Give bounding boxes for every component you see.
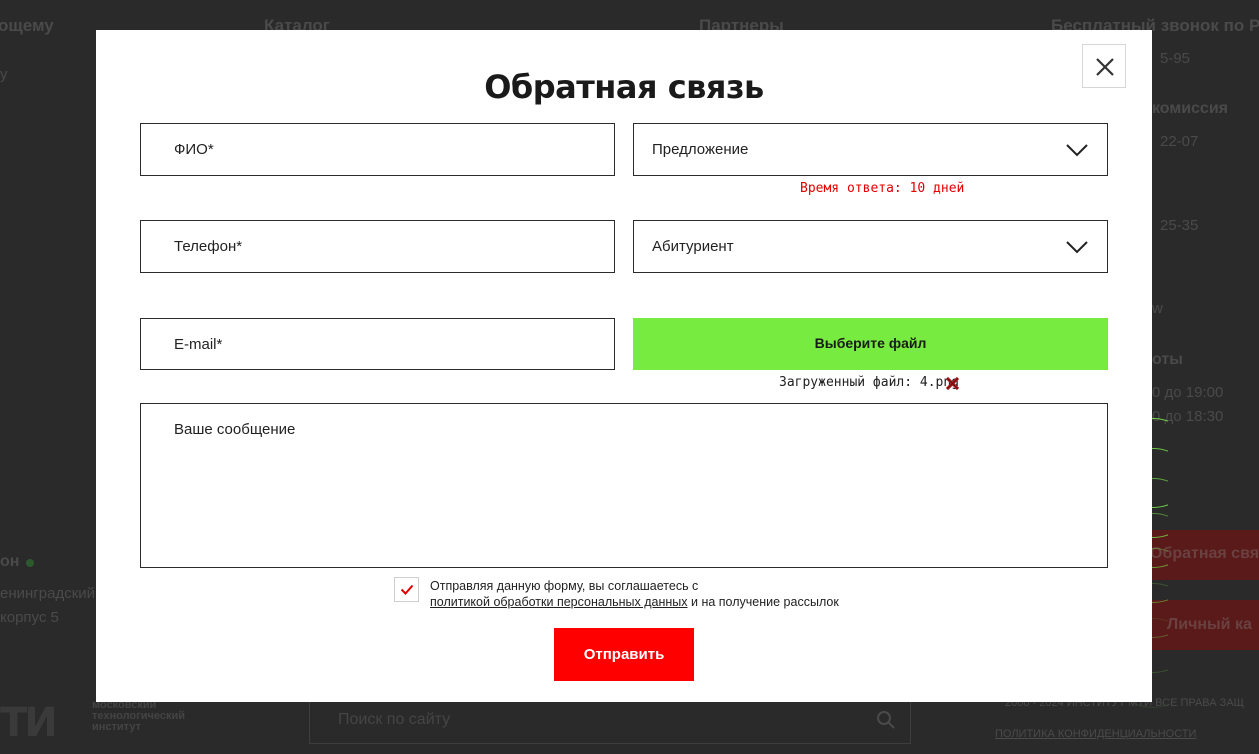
check-icon [400, 584, 414, 595]
bg-logo: ТИ [0, 700, 58, 746]
consent-line-1: Отправляя данную форму, вы соглашаетесь … [430, 579, 699, 593]
phone-field[interactable]: Телефон* [140, 220, 615, 273]
choose-file-button[interactable]: Выберите файл [633, 318, 1108, 370]
bg-logo-line: институт [92, 721, 141, 733]
bg-footer-policy[interactable]: ПОЛИТИКА КОНФИДЕНЦИАЛЬНОСТИ [995, 728, 1196, 740]
bg-right-text: 25-35 [1160, 217, 1199, 234]
email-field-label: E-mail* [174, 336, 223, 353]
message-placeholder: Ваше сообщение [174, 421, 296, 438]
bg-search-box[interactable]: Поиск по сайту [309, 698, 911, 744]
bg-status-dot [26, 559, 34, 567]
feedback-modal: Обратная связь ФИО* Телефон* E-mail* Пре… [96, 30, 1152, 702]
bg-right-heading: оты [1152, 351, 1183, 368]
role-value: Абитуриент [652, 238, 734, 255]
remove-file-icon[interactable] [945, 376, 960, 391]
bg-right-heading: комиссия [1152, 100, 1228, 117]
modal-title: Обратная связь [484, 68, 764, 106]
bg-left-text: енинградский [0, 585, 96, 602]
search-icon [877, 711, 895, 729]
privacy-policy-link[interactable]: политикой обработки персональных данных [430, 595, 688, 609]
bg-search-placeholder: Поиск по сайту [338, 711, 451, 728]
role-select[interactable]: Абитуриент [633, 220, 1108, 273]
name-field[interactable]: ФИО* [140, 123, 615, 176]
bg-right-text: 0 до 19:00 [1152, 384, 1224, 401]
choose-file-label: Выберите файл [814, 335, 927, 351]
bg-right-text: 5-95 [1160, 50, 1191, 67]
request-type-select[interactable]: Предложение [633, 123, 1108, 176]
bg-left-heading: он [0, 553, 20, 570]
bg-right-text: w [1152, 300, 1163, 317]
name-field-label: ФИО* [174, 141, 214, 158]
chevron-down-icon [1066, 241, 1088, 254]
uploaded-file-info: Загруженный файл: 4.png [779, 375, 960, 390]
consent-line-2: политикой обработки персональных данных … [430, 594, 839, 610]
consent-line-2-tail: и на получение рассылок [687, 595, 839, 609]
bg-nav-item: ощему [0, 16, 54, 35]
consent-text: Отправляя данную форму, вы соглашаетесь … [430, 578, 839, 610]
bg-right-text: 22-07 [1160, 133, 1199, 150]
submit-label: Отправить [583, 646, 665, 663]
chevron-down-icon [1066, 144, 1088, 157]
submit-button[interactable]: Отправить [554, 628, 694, 681]
request-type-value: Предложение [652, 141, 749, 158]
phone-field-label: Телефон* [174, 238, 243, 255]
response-time-hint: Время ответа: 10 дней [800, 181, 965, 196]
consent-checkbox[interactable] [394, 577, 419, 602]
email-field[interactable]: E-mail* [140, 318, 615, 370]
message-textarea[interactable]: Ваше сообщение [140, 403, 1108, 568]
bg-cabinet-label: Личный ка [1167, 616, 1252, 633]
bg-left-text: у [0, 66, 8, 83]
bg-logo-subtitle: московский технологический институт [92, 700, 185, 733]
bg-left-text: корпус 5 [0, 609, 59, 626]
